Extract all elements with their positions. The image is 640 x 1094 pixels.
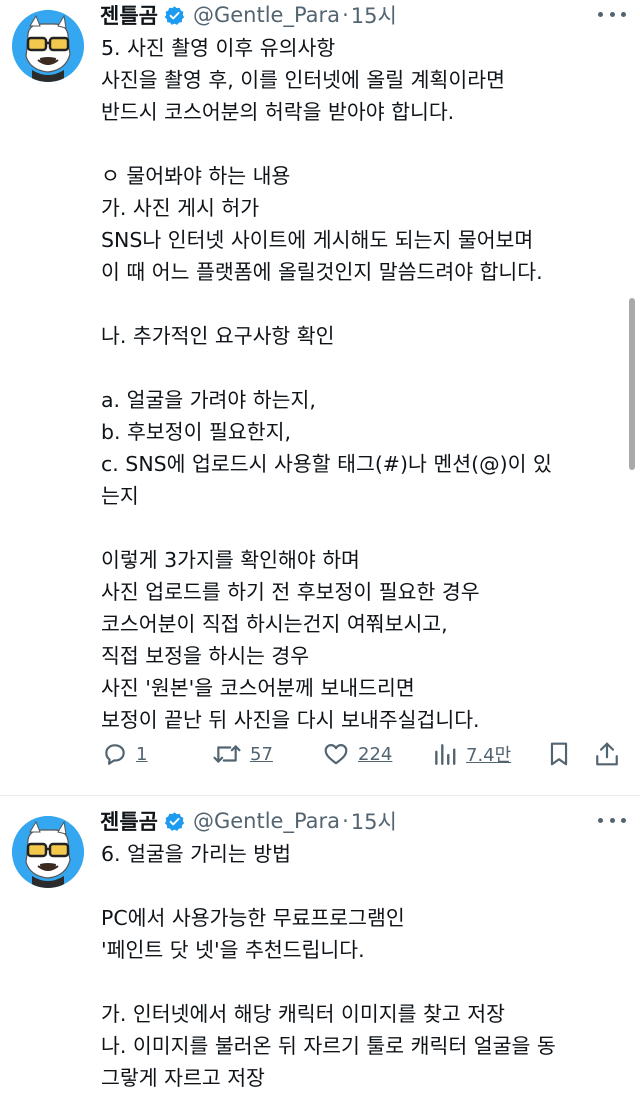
text-line: 5. 사진 촬영 이후 유의사항 [101, 36, 336, 60]
text-line: 이렇게 3가지를 확인해야 하며 [101, 548, 360, 572]
text-line: 가. 인터넷에서 해당 캐릭터 이미지를 찾고 저장 [101, 1002, 505, 1026]
more-icon [598, 817, 603, 823]
more-button[interactable] [598, 809, 626, 831]
like-count: 224 [358, 743, 393, 765]
scrollbar[interactable] [629, 298, 635, 470]
text-line: ㅇ 물어봐야 하는 내용 [101, 164, 291, 188]
verified-badge-icon [164, 5, 185, 25]
text-line [101, 352, 621, 384]
text-line: 나. 이미지를 불러온 뒤 자르기 툴로 캐릭터 얼굴을 동 [101, 1034, 556, 1058]
tweet-text: 5. 사진 촬영 이후 유의사항 사진을 촬영 후, 이를 인터넷에 올릴 계획… [101, 32, 621, 736]
retweet-count: 57 [250, 743, 273, 765]
text-line: c. SNS에 업로드시 사용할 태그(#)나 멘션(@)이 있 [101, 452, 552, 476]
text-line: 는지 [101, 484, 139, 508]
reply-icon [105, 744, 125, 765]
more-icon [598, 11, 603, 17]
text-line: b. 후보정이 필요한지, [101, 420, 291, 444]
text-line: 가. 사진 게시 허가 [101, 196, 260, 220]
text-line: 6. 얼굴을 가리는 방법 [101, 842, 291, 866]
text-line: SNS나 인터넷 사이트에 게시해도 되는지 물어보며 [101, 228, 534, 252]
timestamp[interactable]: 15시 [351, 0, 397, 30]
timestamp[interactable]: 15시 [351, 806, 397, 836]
text-line: 반드시 코스어분의 허락을 받아야 합니다. [101, 100, 455, 124]
display-name[interactable]: 젠틀곰 [100, 806, 158, 836]
views-count: 7.4만 [466, 745, 512, 766]
separator: · [342, 3, 349, 27]
heart-icon [324, 744, 348, 765]
text-line [101, 128, 621, 160]
text-line: 이 때 어느 플랫폼에 올릴것인지 말씀드려야 합니다. [101, 260, 543, 284]
divider [0, 795, 640, 796]
share-button[interactable] [594, 732, 620, 776]
tweet-header: 젠틀곰 @Gentle_Para · 15시 [100, 806, 397, 836]
text-line [101, 288, 621, 320]
handle[interactable]: @Gentle_Para [193, 3, 340, 27]
text-line: 사진 '원본'을 코스어분께 보내드리면 [101, 676, 415, 700]
text-line: '페인트 닷 넷'을 추천드립니다. [101, 938, 365, 962]
more-button[interactable] [598, 3, 626, 25]
bookmark-icon [550, 742, 568, 766]
text-line: 그랗게 자르고 저장 [101, 1066, 265, 1090]
text-line [101, 966, 621, 998]
bookmark-button[interactable] [546, 732, 572, 776]
handle[interactable]: @Gentle_Para [193, 809, 340, 833]
text-line: 사진 업로드를 하기 전 후보정이 필요한 경우 [101, 580, 480, 604]
text-line: 사진을 촬영 후, 이를 인터넷에 올릴 계획이라면 [101, 68, 505, 92]
text-line [101, 512, 621, 544]
reply-button[interactable]: 1 [102, 732, 147, 776]
avatar[interactable] [12, 10, 84, 82]
avatar[interactable] [12, 816, 84, 888]
share-icon [596, 742, 618, 766]
separator: · [342, 809, 349, 833]
text-line: 나. 추가적인 요구사항 확인 [101, 324, 335, 348]
text-line: 코스어분이 직접 하시는건지 여쭤보시고, [101, 612, 448, 636]
retweet-button[interactable]: 57 [212, 732, 273, 776]
views-icon [435, 744, 456, 765]
text-line [101, 870, 621, 902]
text-line: PC에서 사용가능한 무료프로그램인 [101, 906, 405, 930]
like-button[interactable]: 224 [322, 732, 392, 776]
retweet-icon [213, 745, 241, 763]
tweet-header: 젠틀곰 @Gentle_Para · 15시 [100, 0, 397, 30]
views-button[interactable]: 7.4만 [432, 732, 511, 776]
tweet-actions: 1 57 224 7.4만 [100, 732, 630, 776]
text-line: a. 얼굴을 가려야 하는지, [101, 388, 316, 412]
text-line: 직접 보정을 하시는 경우 [101, 644, 310, 668]
display-name[interactable]: 젠틀곰 [100, 0, 158, 30]
verified-badge-icon [164, 811, 185, 831]
tweet-text: 6. 얼굴을 가리는 방법 PC에서 사용가능한 무료프로그램인 '페인트 닷 … [101, 838, 621, 1094]
reply-count: 1 [136, 743, 148, 765]
